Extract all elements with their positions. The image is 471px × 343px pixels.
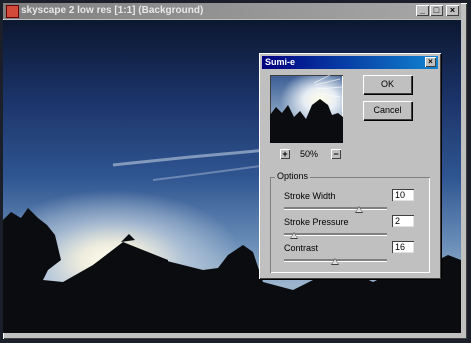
preview-image — [270, 75, 343, 143]
contrast-field[interactable]: 16 — [392, 241, 414, 253]
document-titlebar[interactable]: skyscape 2 low res [1:1] (Background) _ … — [3, 3, 461, 19]
cancel-button[interactable]: Cancel — [363, 101, 412, 120]
ok-button[interactable]: OK — [363, 75, 412, 94]
stroke-width-label: Stroke Width — [284, 191, 336, 201]
sumi-e-dialog: Sumi-e × + 50% − OK Cancel Options Strok… — [259, 53, 441, 279]
filter-preview[interactable] — [270, 75, 343, 143]
minimize-button[interactable]: _ — [416, 5, 429, 16]
zoom-out-icon[interactable]: − — [331, 149, 341, 159]
contrast-slider[interactable] — [284, 258, 387, 265]
slider-thumb-icon[interactable] — [290, 232, 298, 239]
zoom-in-icon[interactable]: + — [280, 149, 290, 159]
zoom-level: 50% — [300, 149, 319, 159]
contrast-label: Contrast — [284, 243, 319, 253]
stroke-width-slider[interactable] — [284, 206, 387, 213]
stroke-pressure-label: Stroke Pressure — [284, 217, 349, 227]
slider-thumb-icon[interactable] — [331, 258, 339, 265]
options-label: Options — [275, 171, 311, 181]
dialog-titlebar[interactable]: Sumi-e × — [262, 56, 438, 69]
app-icon — [6, 5, 19, 18]
dialog-title: Sumi-e — [265, 57, 296, 67]
stroke-pressure-field[interactable]: 2 — [392, 215, 414, 227]
stroke-pressure-slider[interactable] — [284, 232, 387, 239]
maximize-button[interactable]: □ — [430, 5, 443, 16]
stroke-width-field[interactable]: 10 — [392, 189, 414, 201]
dialog-close-button[interactable]: × — [425, 57, 436, 67]
slider-thumb-icon[interactable] — [355, 206, 363, 213]
close-button[interactable]: × — [446, 5, 459, 16]
document-title: skyscape 2 low res [1:1] (Background) — [21, 5, 204, 16]
options-group: Options Stroke Width 10 Stroke Pressure … — [270, 171, 430, 273]
